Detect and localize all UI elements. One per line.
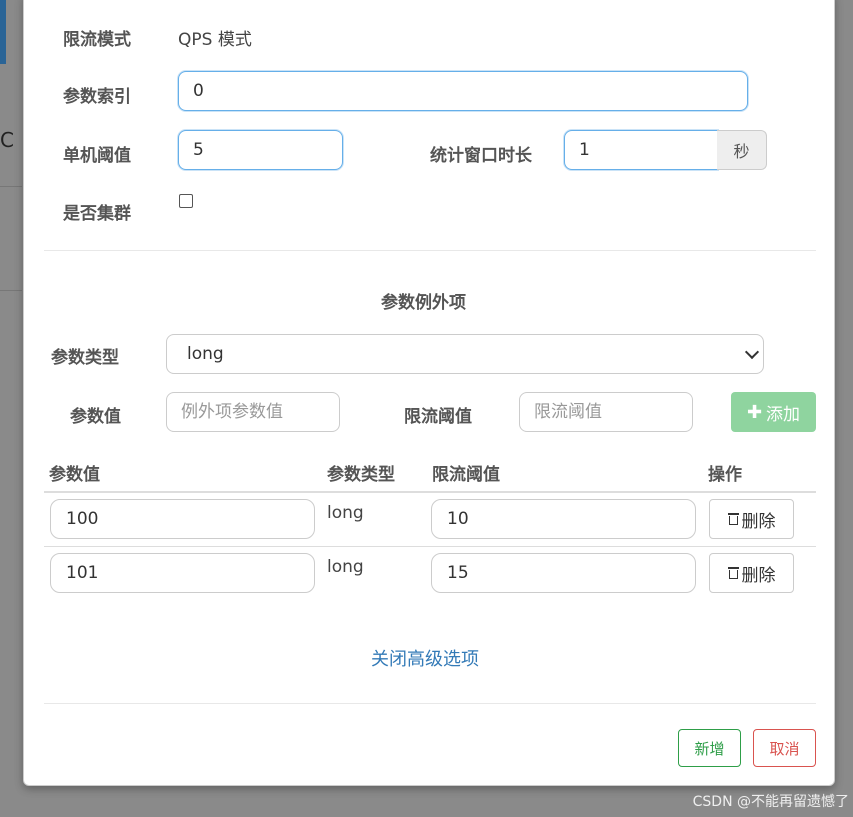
exception-section-title: 参数例外项 <box>381 293 466 313</box>
trash-icon <box>727 513 739 525</box>
table-row-type: long <box>327 503 364 523</box>
plus-icon: ✚ <box>746 401 763 423</box>
cluster-checkbox[interactable] <box>179 194 193 208</box>
param-type-label: 参数类型 <box>51 348 119 368</box>
param-index-label: 参数索引 <box>63 87 131 107</box>
param-type-selected: long <box>187 344 224 364</box>
background-divider <box>0 186 22 187</box>
chevron-down-icon <box>744 344 760 360</box>
table-row-value-input[interactable]: 100 <box>50 499 315 539</box>
table-row-border <box>44 546 816 547</box>
threshold-input[interactable] <box>178 130 343 170</box>
table-row-limit-input[interactable]: 10 <box>431 499 696 539</box>
delete-button-label: 删除 <box>741 511 776 532</box>
param-type-select[interactable]: long <box>166 334 764 374</box>
add-rule-button[interactable]: 新增 <box>678 729 741 767</box>
footer-divider <box>44 703 816 704</box>
cancel-button[interactable]: 取消 <box>753 729 816 767</box>
table-row-type: long <box>327 557 364 577</box>
table-header-border <box>44 491 816 493</box>
delete-button[interactable]: 删除 <box>709 553 794 593</box>
table-header-value: 参数值 <box>49 465 100 485</box>
param-value-input[interactable] <box>166 392 340 432</box>
add-button-label: 添加 <box>766 404 801 425</box>
delete-button[interactable]: 删除 <box>709 499 794 539</box>
threshold-label: 单机阈值 <box>63 146 131 166</box>
trash-icon <box>727 567 739 579</box>
limit-label: 限流阈值 <box>404 407 472 427</box>
table-header-type: 参数类型 <box>327 465 395 485</box>
table-header-action: 操作 <box>708 465 742 485</box>
table-row-value-input[interactable]: 101 <box>50 553 315 593</box>
table-header-limit: 限流阈值 <box>432 465 500 485</box>
delete-button-label: 删除 <box>741 565 776 586</box>
param-index-input[interactable] <box>178 71 748 111</box>
window-label: 统计窗口时长 <box>430 146 532 166</box>
param-value-label: 参数值 <box>70 407 121 427</box>
mode-value: QPS 模式 <box>178 30 252 50</box>
window-input[interactable] <box>564 130 718 170</box>
cluster-label: 是否集群 <box>63 204 131 224</box>
divider <box>44 250 816 251</box>
close-advanced-link[interactable]: 关闭高级选项 <box>371 645 479 671</box>
mode-label: 限流模式 <box>63 30 131 50</box>
limit-input[interactable] <box>519 392 693 432</box>
background-edge <box>0 0 6 64</box>
add-button[interactable]: ✚ 添加 <box>731 392 816 432</box>
background-glyph: C <box>0 128 14 152</box>
background-divider <box>0 290 22 291</box>
watermark: CSDN @不能再留遗憾了 <box>692 794 849 810</box>
window-unit-addon: 秒 <box>717 130 767 170</box>
table-row-limit-input[interactable]: 15 <box>431 553 696 593</box>
rule-modal: 限流模式 QPS 模式 参数索引 单机阈值 统计窗口时长 秒 是否集群 参数例外… <box>23 0 835 786</box>
